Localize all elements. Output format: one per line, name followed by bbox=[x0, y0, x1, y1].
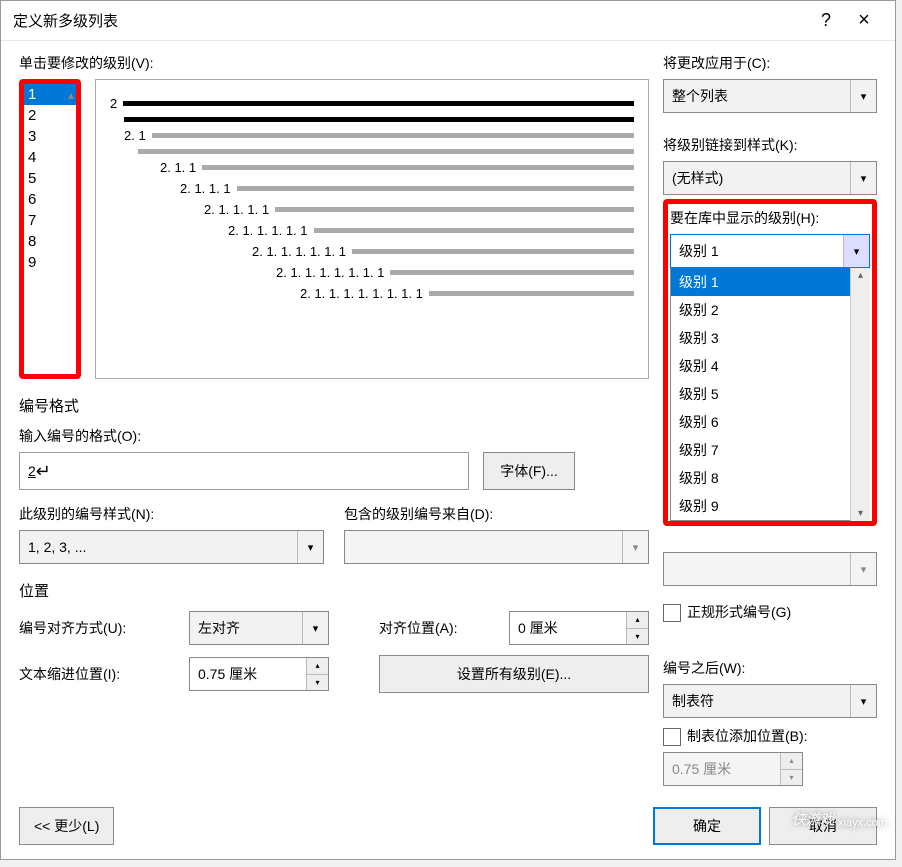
dialog-title: 定义新多级列表 bbox=[13, 10, 807, 31]
show-level-select[interactable]: 级别 1 ▾ bbox=[670, 234, 870, 268]
level-item-6[interactable]: 6 bbox=[24, 189, 76, 210]
scroll-down-icon[interactable]: ▾ bbox=[856, 506, 865, 521]
dropdown-option[interactable]: 级别 6 bbox=[671, 408, 869, 436]
apply-to-select[interactable]: 整个列表 ▾ bbox=[663, 79, 877, 113]
dropdown-option[interactable]: 级别 9 bbox=[671, 492, 869, 520]
dropdown-scrollbar[interactable]: ▴▾ bbox=[850, 268, 870, 521]
level-item-2[interactable]: 2 bbox=[24, 105, 76, 126]
chevron-down-icon: ▾ bbox=[302, 612, 328, 644]
spin-down-icon[interactable]: ▾ bbox=[307, 675, 328, 691]
number-format-input[interactable]: 2↵ bbox=[19, 452, 469, 490]
cancel-button[interactable]: 取消 bbox=[769, 807, 877, 845]
include-prev-label: 包含的级别编号来自(D): bbox=[344, 504, 649, 524]
chevron-down-icon: ▾ bbox=[297, 531, 323, 563]
click-level-label: 单击要修改的级别(V): bbox=[19, 53, 649, 73]
tab-stop-label: 制表位添加位置(B): bbox=[687, 726, 808, 746]
num-style-select[interactable]: 1, 2, 3, ... ▾ bbox=[19, 530, 324, 564]
spin-down-icon: ▾ bbox=[781, 770, 802, 786]
legal-number-checkbox[interactable] bbox=[663, 604, 681, 622]
set-all-levels-button[interactable]: 设置所有级别(E)... bbox=[379, 655, 649, 693]
dropdown-option[interactable]: 级别 7 bbox=[671, 436, 869, 464]
less-button[interactable]: << 更少(L) bbox=[19, 807, 114, 845]
show-level-dropdown[interactable]: 级别 1 级别 2 级别 3 级别 4 级别 5 级别 6 级别 7 级别 8 … bbox=[670, 268, 870, 521]
align-at-spinner[interactable]: 0 厘米 ▴▾ bbox=[509, 611, 649, 645]
scroll-up-icon[interactable]: ▴ bbox=[856, 268, 865, 283]
indent-spinner[interactable]: 0.75 厘米 ▴▾ bbox=[189, 657, 329, 691]
dialog-define-multilevel-list: 定义新多级列表 ? × 单击要修改的级别(V): 1 2 3 4 5 bbox=[0, 0, 896, 860]
link-style-label: 将级别链接到样式(K): bbox=[663, 135, 877, 155]
level-item-5[interactable]: 5 bbox=[24, 168, 76, 189]
dropdown-option[interactable]: 级别 2 bbox=[671, 296, 869, 324]
spin-down-icon[interactable]: ▾ bbox=[627, 629, 648, 645]
after-number-label: 编号之后(W): bbox=[663, 658, 877, 678]
dropdown-option[interactable]: 级别 1 bbox=[671, 268, 869, 296]
preview-num-9: 2. 1. 1. 1. 1. 1. 1. 1. 1 bbox=[300, 286, 423, 301]
num-style-label: 此级别的编号样式(N): bbox=[19, 504, 324, 524]
preview-num-4: 2. 1. 1. 1 bbox=[180, 181, 231, 196]
link-style-select[interactable]: (无样式) ▾ bbox=[663, 161, 877, 195]
preview-pane: 2 2. 1 2. 1. 1 2. 1. 1. 1 2. 1. 1. 1. 1 … bbox=[95, 79, 649, 379]
preview-num-3: 2. 1. 1 bbox=[160, 160, 196, 175]
section-position: 位置 bbox=[19, 580, 649, 601]
preview-num-6: 2. 1. 1. 1. 1. 1 bbox=[228, 223, 308, 238]
align-select[interactable]: 左对齐 ▾ bbox=[189, 611, 329, 645]
dropdown-option[interactable]: 级别 8 bbox=[671, 464, 869, 492]
chevron-down-icon: ▾ bbox=[850, 553, 876, 585]
dropdown-option[interactable]: 级别 4 bbox=[671, 352, 869, 380]
chevron-down-icon: ▾ bbox=[622, 531, 648, 563]
spin-up-icon: ▴ bbox=[781, 753, 802, 770]
spin-up-icon[interactable]: ▴ bbox=[307, 658, 328, 675]
listnum-field-select: ▾ bbox=[663, 552, 877, 586]
section-number-format: 编号格式 bbox=[19, 395, 649, 416]
level-item-3[interactable]: 3 bbox=[24, 126, 76, 147]
scroll-arrow-icon: ▴ bbox=[68, 88, 74, 102]
align-at-label: 对齐位置(A): bbox=[379, 618, 499, 638]
level-item-7[interactable]: 7 bbox=[24, 210, 76, 231]
preview-num-2: 2. 1 bbox=[124, 128, 146, 143]
tab-stop-spinner: 0.75 厘米 ▴▾ bbox=[663, 752, 803, 786]
chevron-down-icon: ▾ bbox=[850, 162, 876, 194]
level-item-4[interactable]: 4 bbox=[24, 147, 76, 168]
preview-num-1: 2 bbox=[110, 96, 117, 111]
level-item-9[interactable]: 9 bbox=[24, 252, 76, 273]
chevron-down-icon: ▾ bbox=[850, 80, 876, 112]
preview-num-8: 2. 1. 1. 1. 1. 1. 1. 1 bbox=[276, 265, 384, 280]
close-button[interactable]: × bbox=[845, 9, 883, 32]
legal-number-label: 正规形式编号(G) bbox=[687, 602, 791, 622]
preview-num-5: 2. 1. 1. 1. 1 bbox=[204, 202, 269, 217]
font-button[interactable]: 字体(F)... bbox=[483, 452, 575, 490]
dropdown-option[interactable]: 级别 3 bbox=[671, 324, 869, 352]
include-prev-select: ▾ bbox=[344, 530, 649, 564]
apply-to-label: 将更改应用于(C): bbox=[663, 53, 877, 73]
spin-up-icon[interactable]: ▴ bbox=[627, 612, 648, 629]
chevron-down-icon: ▾ bbox=[850, 685, 876, 717]
align-label: 编号对齐方式(U): bbox=[19, 618, 179, 638]
level-listbox[interactable]: 1 2 3 4 5 6 7 8 9 ▴ bbox=[19, 79, 81, 379]
after-number-select[interactable]: 制表符 ▾ bbox=[663, 684, 877, 718]
chevron-down-icon: ▾ bbox=[843, 235, 869, 267]
level-item-8[interactable]: 8 bbox=[24, 231, 76, 252]
show-level-label: 要在库中显示的级别(H): bbox=[670, 208, 870, 228]
dropdown-option[interactable]: 级别 5 bbox=[671, 380, 869, 408]
tab-stop-checkbox[interactable] bbox=[663, 728, 681, 746]
preview-num-7: 2. 1. 1. 1. 1. 1. 1 bbox=[252, 244, 346, 259]
titlebar: 定义新多级列表 ? × bbox=[1, 1, 895, 41]
indent-label: 文本缩进位置(I): bbox=[19, 664, 179, 684]
help-button[interactable]: ? bbox=[807, 10, 845, 31]
enter-format-label: 输入编号的格式(O): bbox=[19, 426, 649, 446]
ok-button[interactable]: 确定 bbox=[653, 807, 761, 845]
